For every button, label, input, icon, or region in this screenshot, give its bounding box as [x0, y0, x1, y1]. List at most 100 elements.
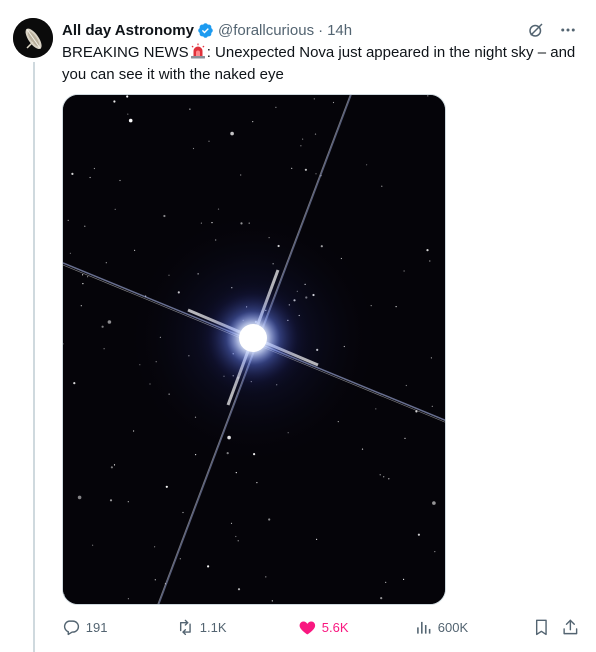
- background-star: [133, 430, 135, 432]
- more-options-icon[interactable]: [556, 18, 580, 42]
- background-star: [69, 252, 71, 254]
- background-star: [67, 219, 69, 221]
- police-siren-icon: [190, 43, 206, 59]
- background-star: [93, 167, 95, 170]
- background-star: [385, 581, 387, 583]
- background-star: [300, 145, 302, 147]
- background-star: [101, 325, 104, 328]
- background-star: [208, 140, 210, 142]
- background-star: [77, 495, 82, 500]
- background-star: [87, 276, 89, 278]
- background-star: [109, 499, 113, 502]
- background-star: [230, 131, 234, 136]
- verified-badge-icon[interactable]: [197, 22, 214, 39]
- background-star: [207, 565, 210, 568]
- background-star: [404, 437, 406, 439]
- grok-icon[interactable]: [524, 18, 548, 42]
- background-star: [127, 113, 129, 115]
- background-star: [71, 172, 74, 175]
- view-count: 600K: [437, 619, 469, 635]
- background-star: [271, 600, 273, 602]
- background-star: [417, 533, 420, 536]
- share-button[interactable]: [561, 618, 580, 637]
- background-star: [189, 108, 191, 110]
- heart-icon: [299, 621, 316, 635]
- background-star: [92, 544, 94, 546]
- satellite-dish-icon: [13, 18, 53, 58]
- background-star: [110, 466, 113, 469]
- share-icon: [563, 619, 578, 635]
- background-star: [154, 546, 156, 548]
- background-star: [302, 138, 304, 140]
- background-star: [434, 551, 436, 553]
- background-star: [113, 464, 116, 466]
- background-star: [388, 478, 390, 480]
- tweet-text-part1: BREAKING NEWS: [62, 44, 189, 61]
- background-star: [119, 179, 121, 182]
- analytics-icon: [417, 621, 431, 634]
- background-star: [237, 540, 239, 542]
- separator-dot: ·: [318, 21, 324, 39]
- display-name[interactable]: All day Astronomy: [62, 22, 194, 39]
- background-star: [127, 501, 129, 503]
- background-star: [430, 357, 432, 359]
- background-star: [105, 262, 107, 264]
- background-star: [315, 173, 317, 175]
- background-star: [313, 98, 315, 100]
- background-star: [265, 576, 267, 578]
- reply-count: 191: [85, 619, 108, 635]
- bookmark-icon: [535, 619, 547, 636]
- background-star: [429, 260, 431, 262]
- background-star: [63, 594, 65, 596]
- background-star: [361, 448, 364, 450]
- background-star: [375, 408, 377, 410]
- background-star: [380, 597, 383, 600]
- like-button[interactable]: 5.6K: [298, 618, 349, 637]
- background-star: [381, 185, 383, 187]
- background-star: [256, 482, 258, 484]
- background-star: [235, 472, 237, 474]
- background-star: [426, 249, 429, 252]
- avatar[interactable]: [13, 18, 53, 58]
- repost-count: 1.1K: [199, 619, 227, 635]
- background-star: [230, 522, 233, 524]
- background-star: [431, 405, 433, 407]
- background-star: [154, 579, 156, 581]
- background-star: [179, 558, 181, 560]
- tweet-text: BREAKING NEWS : Unexpected Nova just app…: [62, 42, 588, 86]
- background-star: [73, 382, 76, 385]
- reply-button[interactable]: 191: [62, 618, 107, 637]
- background-star: [192, 147, 195, 150]
- tweet-header: All day Astronomy @forallcurious · 14h: [62, 20, 352, 40]
- background-star: [252, 121, 254, 123]
- background-star: [165, 485, 168, 488]
- background-star: [304, 168, 307, 171]
- tweet-media[interactable]: [62, 94, 446, 605]
- thread-line: [33, 62, 35, 652]
- background-star: [114, 208, 116, 210]
- background-star: [432, 501, 436, 505]
- repost-button[interactable]: 1.1K: [176, 618, 227, 637]
- background-star: [291, 167, 293, 169]
- background-star: [113, 100, 116, 103]
- timestamp[interactable]: 14h: [327, 22, 352, 39]
- background-star: [80, 305, 82, 307]
- handle[interactable]: @forallcurious: [218, 22, 314, 39]
- background-star: [427, 95, 429, 97]
- top-actions: [524, 18, 580, 42]
- background-star: [237, 588, 241, 591]
- reply-icon: [63, 620, 80, 636]
- views-button[interactable]: 600K: [414, 618, 468, 637]
- background-star: [128, 118, 133, 123]
- background-star: [379, 474, 381, 476]
- background-star: [366, 164, 368, 166]
- background-star: [383, 476, 385, 478]
- background-star: [268, 518, 271, 521]
- action-bar: 191 1.1K 5.6K 600K: [62, 618, 588, 638]
- background-star: [126, 95, 129, 98]
- background-star: [89, 176, 91, 179]
- background-star: [163, 214, 166, 218]
- bookmark-button[interactable]: [532, 618, 551, 637]
- background-star: [395, 306, 397, 308]
- background-star: [107, 320, 112, 324]
